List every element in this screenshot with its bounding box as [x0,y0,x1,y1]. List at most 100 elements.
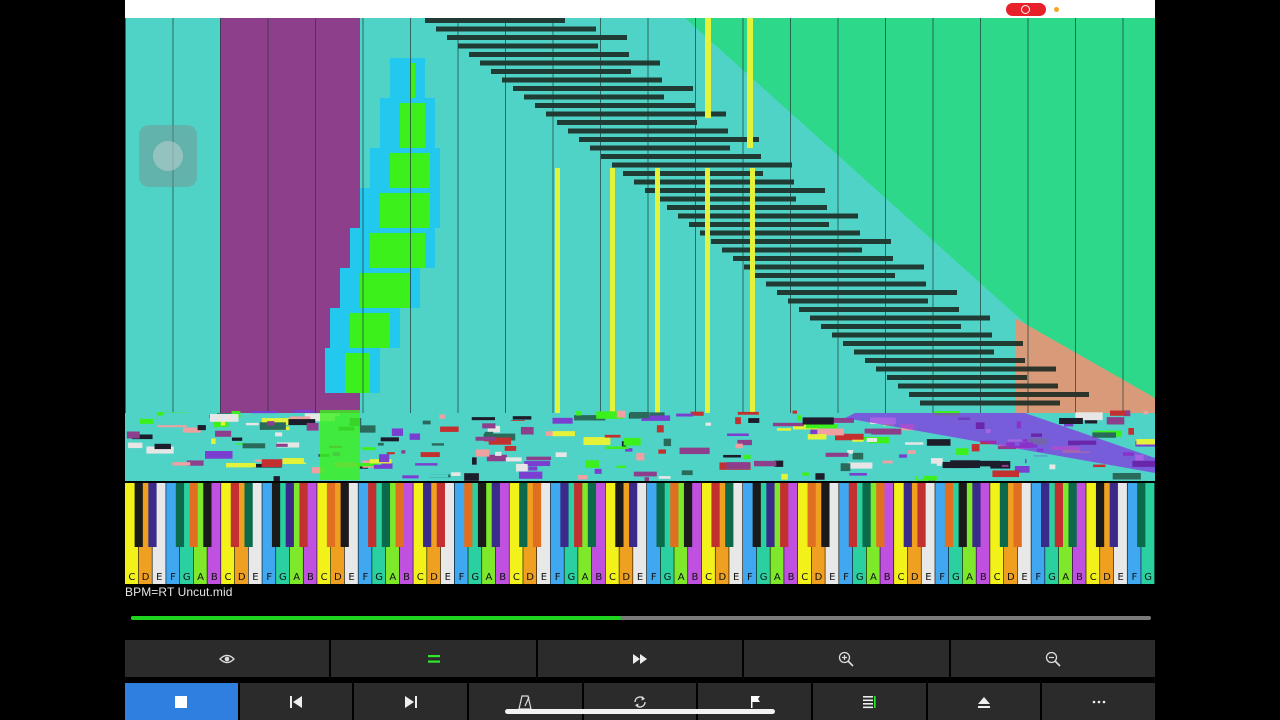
loop-button[interactable] [583,683,697,720]
black-key[interactable] [711,481,720,547]
black-key[interactable] [821,481,830,547]
key-label: C [897,572,904,583]
black-key[interactable] [574,481,583,547]
black-key[interactable] [848,481,857,547]
black-key[interactable] [395,481,404,547]
black-key[interactable] [862,481,871,547]
key-label: E [1118,572,1124,583]
black-key[interactable] [244,481,253,547]
track-list-button[interactable] [813,683,926,720]
skip-forward-button[interactable] [354,683,468,720]
black-key[interactable] [629,481,638,547]
black-key[interactable] [1013,481,1022,547]
black-key[interactable] [285,481,294,547]
key-label: F [1132,572,1138,583]
black-key[interactable] [175,481,185,547]
black-key[interactable] [299,481,308,547]
key-label: E [733,572,739,583]
skip-back-button[interactable] [239,683,353,720]
black-key[interactable] [683,481,693,547]
equal-bars-icon [427,654,440,663]
key-label: A [774,572,781,583]
midi-player-screen: CDEFGABCDEFGABCDEFGABCDEFGABCDEFGABCDEFG… [125,0,1155,720]
black-key[interactable] [230,481,239,547]
black-key[interactable] [780,481,789,547]
black-key[interactable] [368,481,377,547]
key-label: C [1090,572,1097,583]
black-key[interactable] [560,481,569,547]
black-key[interactable] [1095,481,1105,547]
black-key[interactable] [725,481,734,547]
key-label: E [1021,572,1027,583]
black-key[interactable] [972,481,981,547]
black-key[interactable] [752,481,761,547]
key-label: C [705,572,712,583]
black-key[interactable] [917,481,926,547]
key-label: F [459,572,465,583]
key-label: F [1035,572,1041,583]
black-key[interactable] [134,481,143,547]
black-key[interactable] [766,481,775,547]
black-key[interactable] [999,481,1009,547]
key-label: B [980,572,987,583]
stop-button[interactable] [125,683,238,720]
eject-icon [978,696,991,708]
more-button[interactable] [1042,683,1155,720]
key-label: G [1048,572,1056,583]
key-label: D [1103,572,1111,583]
black-key[interactable] [189,481,198,547]
playback-progress-bar[interactable] [131,616,1151,620]
black-key[interactable] [656,481,665,547]
black-key[interactable] [1041,481,1050,547]
black-key[interactable] [615,481,624,547]
zoom-out-button[interactable] [950,640,1155,677]
black-key[interactable] [670,481,679,547]
black-key[interactable] [903,481,912,547]
zoom-in-icon [839,651,854,667]
black-key[interactable] [326,481,336,547]
screen-recording-indicator[interactable] [1006,3,1046,16]
black-key[interactable] [477,481,487,547]
metronome-icon [518,694,533,710]
metronome-button[interactable] [469,683,582,720]
black-key[interactable] [381,481,391,547]
black-key[interactable] [876,481,885,547]
black-key[interactable] [423,481,432,547]
black-key[interactable] [464,481,473,547]
key-label: B [307,572,314,583]
black-key[interactable] [203,481,212,547]
equalizer-button[interactable] [331,640,536,677]
black-key[interactable] [436,481,445,547]
key-label: B [595,572,602,583]
black-key[interactable] [1109,481,1118,547]
key-label: F [843,572,849,583]
black-key[interactable] [944,481,954,547]
key-label: A [1062,572,1069,583]
marker-button[interactable] [698,683,812,720]
black-key[interactable] [491,481,500,547]
visibility-button[interactable] [125,640,330,677]
black-key[interactable] [958,481,967,547]
key-label: E [541,572,547,583]
key-label: D [911,572,919,583]
black-key[interactable] [1054,481,1063,547]
fast-forward-button[interactable] [537,640,743,677]
black-key[interactable] [587,481,597,547]
black-key[interactable] [148,481,157,547]
key-label: E [637,572,643,583]
black-key[interactable] [340,481,349,547]
black-key[interactable] [1137,481,1146,547]
ellipsis-icon [1092,700,1106,703]
black-key[interactable] [807,481,816,547]
black-key[interactable] [1068,481,1077,547]
key-label: A [582,572,589,583]
eject-button[interactable] [927,683,1041,720]
black-key[interactable] [519,481,528,547]
black-key[interactable] [271,481,281,547]
black-key[interactable] [532,481,542,547]
key-label: A [678,572,685,583]
assistive-touch-button[interactable] [139,125,197,187]
key-label: A [966,572,973,583]
zoom-in-button[interactable] [744,640,949,677]
skip-forward-icon [404,695,417,708]
